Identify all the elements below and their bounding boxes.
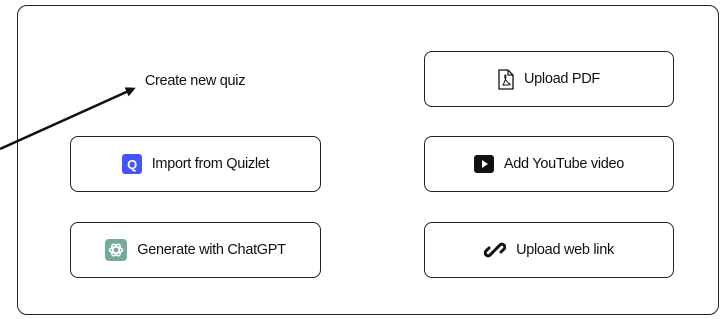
generate-with-chatgpt-button[interactable]: Generate with ChatGPT [70,222,321,278]
generate-with-chatgpt-label: Generate with ChatGPT [137,242,286,258]
create-new-quiz-label: Create new quiz [144,73,246,89]
quizlet-glyph: Q [127,157,137,172]
import-from-quizlet-label: Import from Quizlet [151,156,270,172]
pdf-file-icon [498,68,514,90]
add-youtube-video-button[interactable]: Add YouTube video [424,136,674,192]
add-youtube-video-label: Add YouTube video [503,156,625,172]
create-new-quiz-button[interactable]: Create new quiz [70,58,320,104]
youtube-icon [473,155,494,173]
quizlet-icon: Q [121,154,142,174]
upload-web-link-label: Upload web link [516,242,614,258]
upload-web-link-button[interactable]: Upload web link [424,222,674,278]
chatgpt-icon [105,239,128,261]
upload-pdf-label: Upload PDF [524,71,600,87]
upload-pdf-button[interactable]: Upload PDF [424,51,674,107]
import-from-quizlet-button[interactable]: Q Import from Quizlet [70,136,321,192]
link-icon [484,239,507,261]
